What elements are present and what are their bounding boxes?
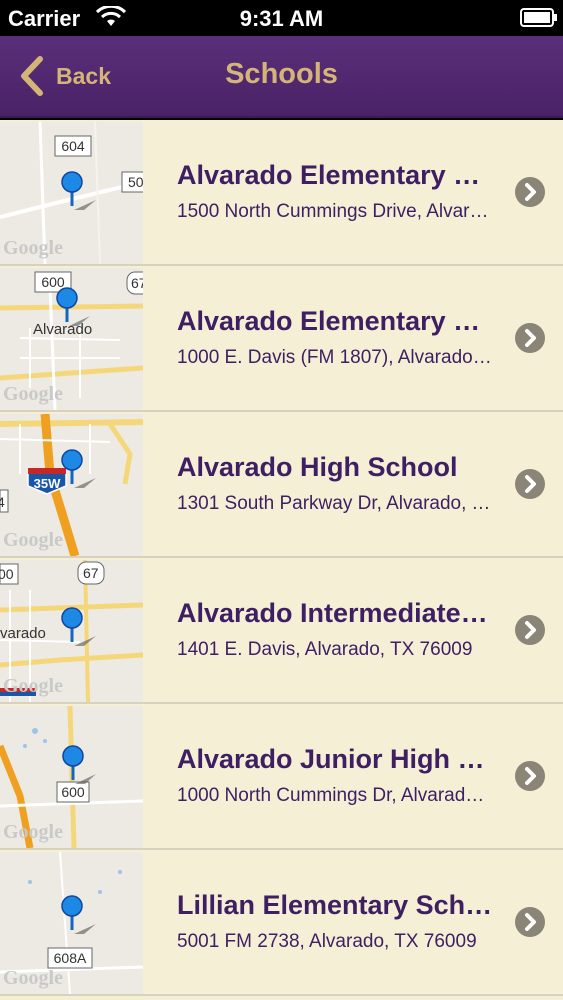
map-thumbnail: 600 67 Alvarado Google xyxy=(0,268,143,410)
school-row[interactable]: 00 67 varado Google Alvarado Intermediat… xyxy=(0,558,563,704)
map-label: Alvarado xyxy=(33,321,92,338)
school-name: Alvarado Junior High School xyxy=(177,744,495,774)
school-row[interactable]: 600 67 Alvarado Google Alvarado Elementa… xyxy=(0,266,563,412)
school-address: 1000 North Cummings Dr, Alvarado, TX xyxy=(177,785,492,806)
school-name: Alvarado High School xyxy=(177,452,458,482)
school-row[interactable]: 604 50 Google Alvarado Elementary North … xyxy=(0,120,563,266)
google-watermark: Google xyxy=(3,967,63,989)
school-name: Alvarado Intermediate School xyxy=(177,598,495,628)
school-row[interactable]: 4 35W Google Alvarado High School 1301 S… xyxy=(0,412,563,558)
map-label: 67 xyxy=(83,565,99,581)
map-label: varado xyxy=(0,625,46,642)
schools-list: 604 50 Google Alvarado Elementary North … xyxy=(0,120,563,1000)
map-thumbnail: 4 35W Google xyxy=(0,414,143,556)
map-thumbnail: 608A Google xyxy=(0,852,143,994)
chevron-right-circle-icon[interactable] xyxy=(514,760,546,792)
school-row[interactable]: 608A Google Lillian Elementary School 50… xyxy=(0,850,563,996)
school-name: Alvarado Elementary South xyxy=(177,306,495,336)
chevron-right-circle-icon[interactable] xyxy=(514,906,546,938)
status-bar: Carrier 9:31 AM xyxy=(0,0,563,36)
school-address: 5001 FM 2738, Alvarado, TX 76009 xyxy=(177,931,477,952)
map-thumbnail: 600 Google xyxy=(0,706,143,848)
google-watermark: Google xyxy=(3,383,63,405)
map-label: 50 xyxy=(128,174,143,190)
school-address: 1500 North Cummings Drive, Alvarado, TX xyxy=(177,201,492,222)
status-time: 9:31 AM xyxy=(239,6,324,31)
chevron-right-circle-icon[interactable] xyxy=(514,322,546,354)
google-watermark: Google xyxy=(3,675,63,697)
map-label: 4 xyxy=(0,494,5,510)
map-label: 00 xyxy=(0,566,14,582)
google-watermark: Google xyxy=(3,821,63,843)
navigation-bar: Back Schools xyxy=(0,36,563,118)
map-label: 600 xyxy=(61,784,85,800)
battery-icon xyxy=(520,8,557,27)
chevron-right-circle-icon[interactable] xyxy=(514,176,546,208)
chevron-right-circle-icon[interactable] xyxy=(514,468,546,500)
google-watermark: Google xyxy=(3,529,63,551)
map-label: 608A xyxy=(54,950,87,966)
school-address: 1301 South Parkway Dr, Alvarado, TX xyxy=(177,493,492,514)
map-thumbnail: 604 50 Google xyxy=(0,122,143,264)
map-label: 35W xyxy=(34,476,61,491)
school-address: 1401 E. Davis, Alvarado, TX 76009 xyxy=(177,639,473,660)
map-thumbnail: 00 67 varado Google xyxy=(0,560,143,702)
google-watermark: Google xyxy=(3,237,63,259)
map-label: 600 xyxy=(41,274,65,290)
school-row[interactable]: 600 Google Alvarado Junior High School 1… xyxy=(0,704,563,850)
school-name: Alvarado Elementary North xyxy=(177,160,495,190)
map-label: 604 xyxy=(61,138,85,154)
school-address: 1000 E. Davis (FM 1807), Alvarado, TX xyxy=(177,347,492,368)
page-title: Schools xyxy=(225,58,338,90)
chevron-right-circle-icon[interactable] xyxy=(514,614,546,646)
school-name: Lillian Elementary School xyxy=(177,890,495,920)
map-label: 67 xyxy=(131,275,143,291)
